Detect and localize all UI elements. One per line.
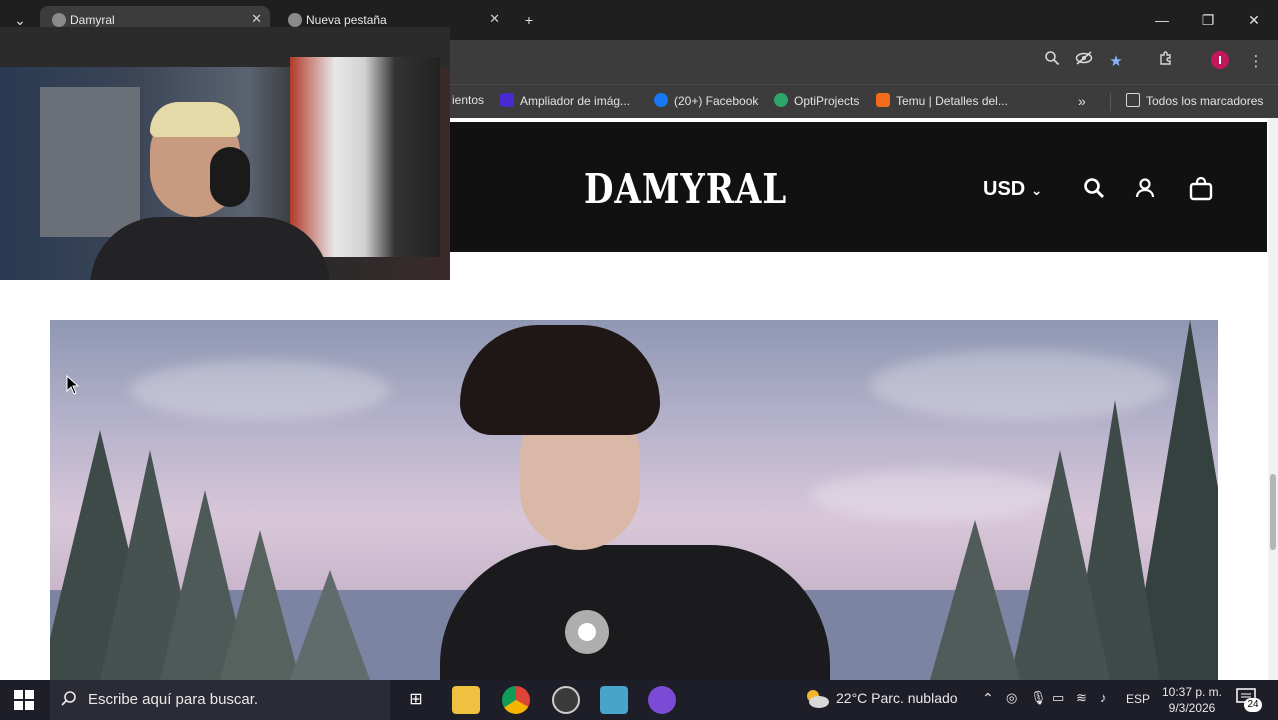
notepad-icon[interactable] <box>600 686 628 714</box>
volume-icon[interactable]: ♪ <box>1100 690 1107 705</box>
opti-icon <box>774 93 788 107</box>
page-scrollbar[interactable] <box>1268 118 1278 680</box>
bookmark-item[interactable]: OptiProjects <box>774 93 859 111</box>
pine-tree <box>220 530 300 680</box>
search-icon <box>60 690 78 712</box>
hero-banner-image[interactable] <box>50 320 1218 680</box>
search-icon[interactable] <box>1082 176 1110 204</box>
y-icon <box>500 93 514 107</box>
bookmark-item[interactable]: (20+) Facebook <box>654 93 758 111</box>
chevron-down-icon: ⌄ <box>1030 182 1043 198</box>
notifications-badge: 24 <box>1244 698 1262 712</box>
site-logo[interactable]: DAMYRAL <box>584 166 787 214</box>
zoom-icon[interactable] <box>1040 50 1064 74</box>
microphone-icon[interactable]: 🎙 <box>1030 690 1047 706</box>
tray-app-icon[interactable]: ◎ <box>1006 690 1017 706</box>
clock-time: 10:37 p. m. <box>1161 685 1223 699</box>
currency-selector[interactable]: USD ⌄ <box>983 178 1043 201</box>
person-hair <box>150 102 240 137</box>
star-bookmark-icon[interactable]: ★ <box>1104 50 1128 74</box>
facebook-icon <box>654 93 668 107</box>
clothes-rack <box>290 57 440 257</box>
weather-cloud-icon <box>804 688 830 710</box>
webcam-overlay <box>0 27 450 280</box>
tab-title: Nueva pestaña <box>306 13 387 27</box>
model-shirt <box>440 545 830 680</box>
bookmarks-divider <box>1110 93 1111 111</box>
battery-icon[interactable]: ▭ <box>1052 690 1064 706</box>
windows-start-icon[interactable] <box>14 690 34 715</box>
bookmark-label: ientos <box>452 93 485 107</box>
chrome-icon[interactable] <box>502 686 530 714</box>
taskbar-search-input[interactable]: Escribe aquí para buscar. <box>50 680 390 720</box>
pine-tree <box>1010 450 1110 680</box>
tray-chevron-up-icon[interactable]: ⌃ <box>982 690 994 707</box>
bookmark-item[interactable]: Ampliador de imág... <box>500 93 630 111</box>
bookmark-label: (20+) Facebook <box>674 94 759 108</box>
model-hair <box>460 325 660 435</box>
messenger-icon[interactable] <box>648 686 676 714</box>
all-bookmarks-label: Todos los marcadores <box>1146 94 1264 108</box>
pine-tree <box>930 520 1020 680</box>
record-button[interactable] <box>565 610 609 654</box>
bookmark-item[interactable]: Temu | Detalles del... <box>876 93 1008 111</box>
clock[interactable]: 10:37 p. m. 9/3/2026 <box>1160 684 1224 716</box>
shopping-bag-icon[interactable] <box>1188 176 1216 204</box>
curtain-shape <box>40 87 140 237</box>
file-explorer-icon[interactable] <box>452 686 480 714</box>
tab-title: Damyral <box>70 13 115 27</box>
profile-avatar[interactable] <box>1208 50 1232 74</box>
new-tab-plus-icon[interactable]: + <box>517 8 541 32</box>
window-close-icon[interactable]: ✕ <box>1242 8 1266 32</box>
temu-icon <box>876 93 890 107</box>
wifi-icon[interactable]: ≋ <box>1076 690 1087 706</box>
damyral-favicon-icon <box>52 13 66 27</box>
obs-icon[interactable] <box>552 686 580 714</box>
notifications-icon[interactable]: 24 <box>1236 688 1262 712</box>
bookmark-label: Temu | Detalles del... <box>896 94 1008 108</box>
weather-text[interactable]: 22°C Parc. nublado <box>836 690 958 706</box>
extensions-puzzle-icon[interactable] <box>1154 50 1178 74</box>
windows-taskbar: Escribe aquí para buscar. ⊞ 22°C Parc. n… <box>0 680 1278 720</box>
language-indicator[interactable]: ESP <box>1126 692 1150 706</box>
globe-icon <box>288 13 302 27</box>
tab-close-icon[interactable]: ✕ <box>489 11 500 27</box>
pine-tree <box>290 570 370 680</box>
currency-label: USD <box>983 178 1026 200</box>
mouse-cursor-icon <box>66 374 80 400</box>
search-placeholder: Escribe aquí para buscar. <box>88 691 259 708</box>
restore-icon[interactable]: ❐ <box>1196 8 1220 32</box>
bookmark-label: Ampliador de imág... <box>520 94 631 108</box>
more-menu-icon[interactable]: ⋮ <box>1244 50 1268 74</box>
clock-date: 9/3/2026 <box>1168 701 1216 715</box>
scroll-thumb[interactable] <box>1270 474 1276 550</box>
all-bookmarks-folder[interactable]: Todos los marcadores <box>1126 93 1263 111</box>
task-view-icon[interactable]: ⊞ <box>402 686 430 714</box>
bookmarks-overflow-icon[interactable]: » <box>1078 93 1086 111</box>
person-shirt <box>90 217 330 280</box>
minimize-icon[interactable]: — <box>1150 8 1174 32</box>
bookmark-item[interactable]: ientos <box>452 93 484 111</box>
account-icon[interactable] <box>1133 176 1161 204</box>
bookmark-label: OptiProjects <box>794 94 860 108</box>
cloud-shape <box>130 360 390 420</box>
folder-icon <box>1126 93 1140 107</box>
tab-close-icon[interactable]: ✕ <box>251 11 262 27</box>
headphones-icon <box>210 147 250 207</box>
eye-off-icon[interactable] <box>1072 50 1096 74</box>
